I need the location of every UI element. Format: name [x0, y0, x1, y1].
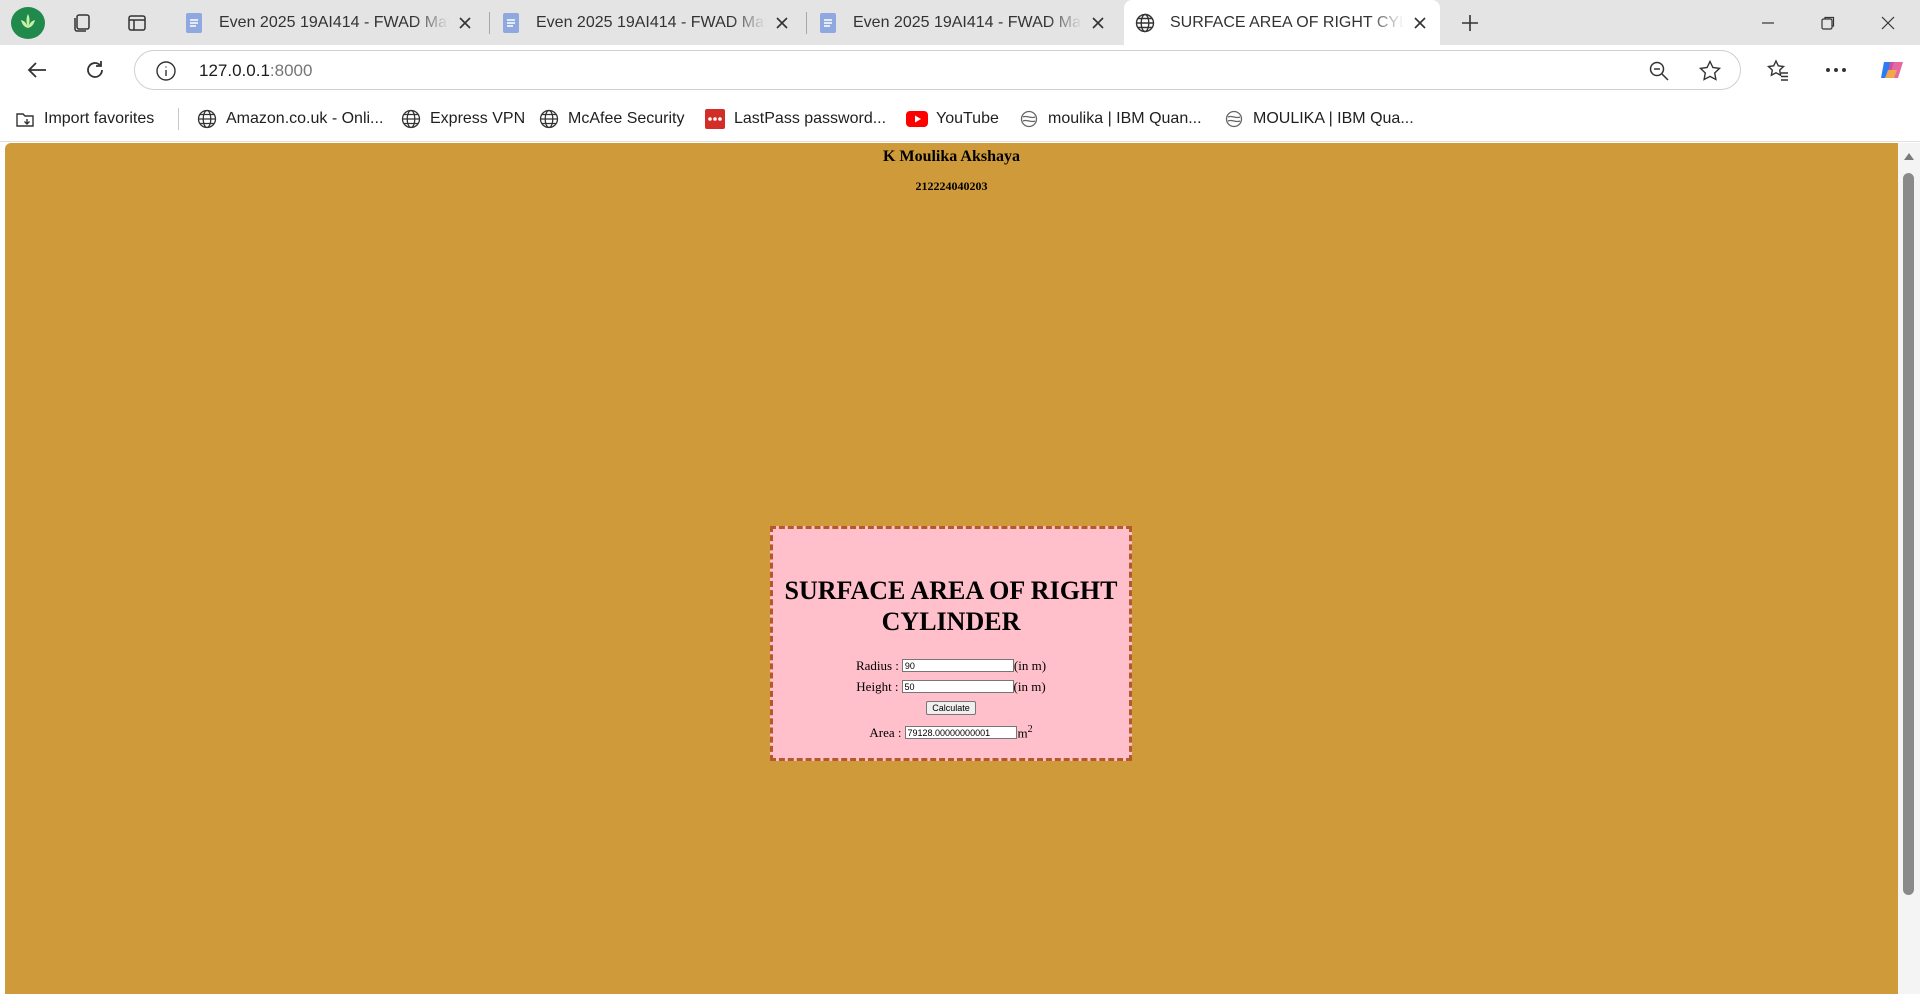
globe-icon: [400, 108, 422, 130]
page-scrollbar[interactable]: [1898, 143, 1920, 994]
area-label: Area :: [869, 724, 902, 740]
bookmark-express-vpn[interactable]: Express VPN: [400, 107, 525, 131]
page-viewport: K Moulika Akshaya 212224040203 SURFACE A…: [5, 143, 1898, 994]
ibm-quantum-icon: [1018, 108, 1040, 130]
url-text: 127.0.0.1:8000: [199, 61, 313, 80]
tab-fwad-materials-2[interactable]: Even 2025 19AI414 - FWAD Materials: [490, 0, 802, 45]
tab-fwad-materials-3[interactable]: Even 2025 19AI414 - FWAD Materials: [807, 0, 1118, 45]
close-icon[interactable]: [1410, 13, 1430, 33]
bookmark-ibm-quantum-1[interactable]: moulika | IBM Quan...: [1018, 107, 1202, 131]
tab-fwad-materials-1[interactable]: Even 2025 19AI414 - FWAD Materials: [173, 0, 485, 45]
globe-icon: [1135, 13, 1155, 32]
address-bar[interactable]: 127.0.0.1:8000: [134, 50, 1741, 90]
youtube-icon: [906, 108, 928, 130]
scroll-up-icon[interactable]: [1904, 153, 1914, 160]
minimize-icon[interactable]: [1740, 0, 1796, 45]
tab-actions-icon[interactable]: [122, 8, 152, 38]
area-row: Area : m2: [773, 722, 1129, 743]
favorites-icon[interactable]: [1758, 50, 1798, 90]
tab-title: Even 2025 19AI414 - FWAD Materials: [853, 13, 1082, 31]
bookmark-import-favorites[interactable]: Import favorites: [14, 107, 154, 131]
close-icon[interactable]: [772, 13, 792, 33]
globe-icon: [538, 108, 560, 130]
calculator-card: SURFACE AREA OF RIGHT CYLINDER Radius : …: [770, 526, 1132, 761]
globe-icon: [196, 108, 218, 130]
window-close-icon[interactable]: [1860, 0, 1916, 45]
area-unit: m2: [1017, 723, 1033, 741]
radius-unit: (in m): [1013, 657, 1047, 673]
tab-surface-area[interactable]: SURFACE AREA OF RIGHT CYLINDER: [1124, 0, 1440, 45]
bookmark-amazon[interactable]: Amazon.co.uk - Onli...: [196, 107, 383, 131]
close-icon[interactable]: [1088, 13, 1108, 33]
area-output[interactable]: [904, 726, 1017, 739]
bookmark-lastpass[interactable]: LastPass password...: [704, 107, 886, 131]
favorite-star-icon[interactable]: [1698, 59, 1722, 83]
height-input[interactable]: [901, 680, 1014, 693]
bookmark-ibm-quantum-2[interactable]: MOULIKA | IBM Qua...: [1223, 107, 1414, 131]
docs-icon: [820, 12, 836, 33]
calculate-button[interactable]: Calculate: [926, 700, 976, 715]
scroll-thumb[interactable]: [1903, 173, 1914, 895]
tab-title: Even 2025 19AI414 - FWAD Materials: [219, 13, 449, 31]
import-icon: [14, 108, 36, 130]
workspaces-icon[interactable]: [67, 8, 97, 38]
docs-icon: [503, 12, 519, 33]
radius-label: Radius :: [855, 657, 899, 673]
new-tab-icon[interactable]: [1455, 8, 1485, 38]
refresh-icon[interactable]: [75, 50, 115, 90]
register-number: 212224040203: [915, 179, 988, 193]
height-row: Height : (in m): [773, 676, 1129, 697]
tab-title: Even 2025 19AI414 - FWAD Materials: [536, 13, 766, 31]
height-unit: (in m): [1013, 678, 1046, 694]
calculate-row: Calculate: [773, 697, 1129, 718]
favorites-bar: Import favorites Amazon.co.uk - Onli... …: [0, 95, 1920, 142]
bookmark-mcafee[interactable]: McAfee Security: [538, 107, 684, 131]
address-toolbar: 127.0.0.1:8000: [0, 45, 1920, 95]
docs-icon: [186, 12, 202, 33]
area-exponent: 2: [1027, 723, 1033, 735]
ibm-quantum-icon: [1223, 108, 1245, 130]
page-title: SURFACE AREA OF RIGHT CYLINDER: [784, 576, 1118, 636]
tab-strip: Even 2025 19AI414 - FWAD Materials Even …: [0, 0, 1920, 45]
bookmark-youtube[interactable]: YouTube: [906, 107, 999, 131]
height-label: Height :: [856, 678, 899, 694]
lastpass-icon: [704, 108, 726, 130]
author-name: K Moulika Akshaya: [883, 148, 1020, 165]
back-icon[interactable]: [17, 50, 57, 90]
profile-icon[interactable]: [11, 7, 45, 39]
radius-input[interactable]: [901, 659, 1014, 672]
close-icon[interactable]: [455, 13, 475, 33]
tab-title: SURFACE AREA OF RIGHT CYLINDER: [1170, 13, 1404, 31]
copilot-icon[interactable]: [1872, 50, 1912, 90]
more-options-icon[interactable]: [1816, 50, 1856, 90]
bookmark-separator: [178, 108, 179, 130]
zoom-out-icon[interactable]: [1648, 60, 1670, 82]
restore-icon[interactable]: [1800, 0, 1856, 45]
radius-row: Radius : (in m): [773, 655, 1129, 676]
site-info-icon[interactable]: [155, 60, 177, 82]
